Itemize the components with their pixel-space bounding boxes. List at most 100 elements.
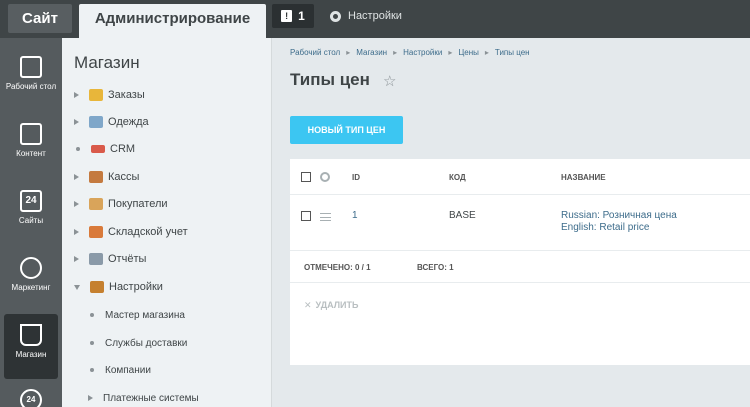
menu-item-label: Настройки — [109, 281, 163, 293]
submenu-item-label: Компании — [105, 364, 151, 376]
breadcrumb: Рабочий стол ▸ Магазин ▸ Настройки ▸ Цен… — [290, 48, 530, 57]
crm-funnel-icon — [91, 145, 105, 153]
chevron-right-icon[interactable] — [88, 395, 93, 401]
chevron-right-icon[interactable] — [74, 229, 79, 235]
section-menu: Магазин Заказы Одежда CRM Кассы Покупате… — [62, 38, 272, 407]
table-row[interactable]: 1 BASE Russian: Розничная цена English: … — [290, 196, 750, 251]
breadcrumb-item[interactable]: Цены — [458, 48, 479, 57]
row-checkbox[interactable] — [301, 211, 311, 221]
menu-item-label: Кассы — [108, 171, 140, 183]
rail-item-marketing[interactable]: Маркетинг — [4, 247, 58, 312]
menu-item-reports[interactable]: Отчёты — [74, 249, 146, 269]
column-header-code[interactable]: КОД — [449, 173, 466, 182]
menu-item-settings[interactable]: Настройки — [74, 277, 163, 297]
home-icon — [20, 56, 42, 78]
rail-label: Маркетинг — [11, 283, 51, 292]
menu-item-label: Одежда — [108, 116, 149, 128]
main-content: Рабочий стол ▸ Магазин ▸ Настройки ▸ Цен… — [273, 38, 750, 407]
warehouse-icon — [89, 226, 103, 238]
rail-label: Контент — [16, 149, 46, 158]
menu-item-label: Заказы — [108, 89, 145, 101]
close-icon: ✕ — [304, 300, 312, 310]
breadcrumb-separator: ▸ — [484, 48, 489, 57]
delete-button[interactable]: ✕ УДАЛИТЬ — [304, 300, 358, 311]
delete-label: УДАЛИТЬ — [315, 300, 359, 310]
chevron-right-icon[interactable] — [74, 92, 79, 98]
submenu-item-delivery[interactable]: Службы доставки — [88, 333, 187, 353]
select-all-checkbox[interactable] — [301, 172, 311, 182]
rail-item-shop[interactable]: Магазин — [4, 314, 58, 379]
notifications-count: 1 — [298, 9, 305, 23]
menu-item-label: Отчёты — [108, 253, 147, 265]
gear-icon — [330, 10, 341, 22]
row-id-link[interactable]: 1 — [352, 210, 358, 221]
chevron-down-icon[interactable] — [74, 284, 80, 290]
submenu-item-label: Службы доставки — [105, 337, 188, 349]
users-icon — [89, 198, 103, 210]
selected-value: 0 / 1 — [354, 263, 371, 272]
settings-link[interactable]: Настройки — [330, 6, 402, 26]
breadcrumb-separator: ▸ — [346, 48, 351, 57]
notification-icon: ! — [281, 10, 293, 22]
breadcrumb-item[interactable]: Рабочий стол — [290, 48, 340, 57]
rail-item-content[interactable]: Контент — [4, 113, 58, 178]
rail-label: Сайты — [18, 216, 44, 225]
document-icon — [20, 123, 42, 145]
rail-label: Магазин — [15, 350, 47, 359]
chevron-right-icon[interactable] — [74, 201, 79, 207]
row-name-ru: Russian: Розничная цена — [561, 210, 677, 221]
total-label: ВСЕГО: — [417, 263, 447, 272]
notifications-button[interactable]: ! 1 — [272, 4, 314, 28]
selected-label: ОТМЕЧЕНО: — [304, 263, 353, 272]
bullet-icon — [90, 368, 94, 372]
folder-icon — [89, 116, 103, 128]
menu-item-cashboxes[interactable]: Кассы — [74, 167, 139, 187]
gear-icon[interactable] — [320, 172, 330, 182]
star-icon[interactable]: ☆ — [383, 72, 396, 90]
new-price-type-button[interactable]: НОВЫЙ ТИП ЦЕН — [290, 116, 403, 144]
menu-icon[interactable] — [320, 213, 331, 221]
clock-24-icon: 24 — [20, 389, 42, 407]
submenu-item-label: Мастер магазина — [105, 309, 185, 321]
orders-icon — [89, 89, 103, 101]
menu-item-orders[interactable]: Заказы — [74, 85, 145, 105]
menu-item-crm[interactable]: CRM — [74, 139, 135, 159]
submenu-item-shop-wizard[interactable]: Мастер магазина — [88, 305, 185, 325]
menu-item-label: Покупатели — [108, 198, 168, 210]
menu-title: Магазин — [74, 53, 140, 72]
chevron-right-icon[interactable] — [74, 174, 79, 180]
menu-item-clothes[interactable]: Одежда — [74, 112, 149, 132]
grid-header: ID КОД НАЗВАНИЕ — [290, 159, 750, 195]
admin-tab[interactable]: Администрирование — [79, 4, 266, 38]
column-header-id[interactable]: ID — [352, 173, 360, 182]
breadcrumb-separator: ▸ — [448, 48, 453, 57]
menu-item-label: CRM — [110, 143, 136, 155]
rail-item-desktop[interactable]: Рабочий стол — [4, 46, 58, 111]
breadcrumb-item[interactable]: Магазин — [356, 48, 387, 57]
submenu-item-payment-systems[interactable]: Платежные системы — [88, 388, 199, 407]
breadcrumb-item[interactable]: Настройки — [403, 48, 442, 57]
menu-item-label: Складской учет — [108, 226, 188, 238]
total-count: ВСЕГО: 1 — [417, 263, 454, 272]
menu-item-warehouse[interactable]: Складской учет — [74, 222, 188, 242]
submenu-item-companies[interactable]: Компании — [88, 360, 151, 380]
selected-count: ОТМЕЧЕНО: 0 / 1 — [304, 263, 371, 272]
settings-house-icon — [90, 281, 104, 293]
menu-item-customers[interactable]: Покупатели — [74, 194, 168, 214]
rail-item-sites[interactable]: 24 Сайты — [4, 180, 58, 245]
site-tab[interactable]: Сайт — [8, 4, 72, 33]
grid-summary: ОТМЕЧЕНО: 0 / 1 ВСЕГО: 1 — [290, 252, 750, 283]
row-name-en: English: Retail price — [561, 222, 650, 233]
bullet-icon — [90, 341, 94, 345]
monitor-icon — [89, 253, 103, 265]
page-title: Типы цен — [290, 70, 370, 89]
chevron-right-icon[interactable] — [74, 119, 79, 125]
rail-item-services[interactable]: 24 — [4, 381, 58, 407]
cashbox-icon — [89, 171, 103, 183]
chevron-right-icon[interactable] — [74, 256, 79, 262]
bullet-icon — [76, 147, 80, 151]
breadcrumb-item[interactable]: Типы цен — [495, 48, 530, 57]
column-header-name[interactable]: НАЗВАНИЕ — [561, 173, 606, 182]
breadcrumb-separator: ▸ — [393, 48, 398, 57]
total-value: 1 — [449, 263, 454, 272]
